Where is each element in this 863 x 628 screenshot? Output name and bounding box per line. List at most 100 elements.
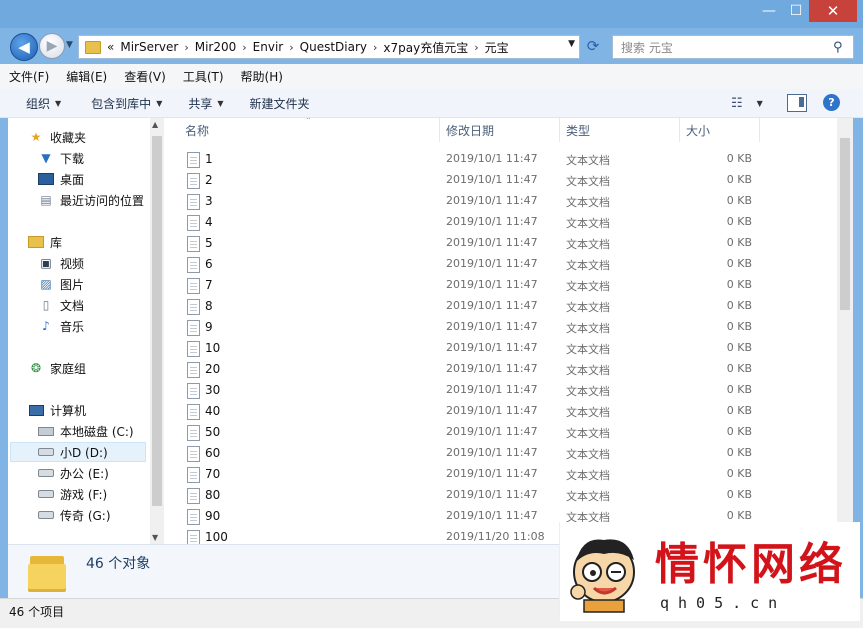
navigation-pane: ★ 收藏夹 ▼ 下载 桌面 ▤ 最近访问的位置 库 ▣ 视频 ▨ 图片 ▯ 文档… <box>8 118 150 544</box>
back-button[interactable]: ◀ <box>10 33 38 61</box>
navigation-scrollbar[interactable]: ▲ ▼ <box>150 118 164 544</box>
chevron-right-icon[interactable]: › <box>184 41 188 54</box>
sidebar-item-drive-f[interactable]: 游戏 (F:) <box>38 484 107 504</box>
help-icon[interactable]: ? <box>823 94 840 111</box>
text-file-icon <box>187 530 200 544</box>
table-row[interactable]: 4 2019/10/1 11:47 文本文档 0 KB <box>164 212 837 233</box>
table-row[interactable]: 80 2019/10/1 11:47 文本文档 0 KB <box>164 485 837 506</box>
sidebar-item-drive-e[interactable]: 办公 (E:) <box>38 463 109 483</box>
search-box[interactable]: 搜索 元宝 ⚲ <box>612 35 854 59</box>
drive-icon <box>38 445 54 459</box>
sidebar-item-computer[interactable]: 计算机 <box>28 400 86 420</box>
table-row[interactable]: 8 2019/10/1 11:47 文本文档 0 KB <box>164 296 837 317</box>
forward-button[interactable]: ▶ <box>39 33 65 59</box>
table-row[interactable]: 3 2019/10/1 11:47 文本文档 0 KB <box>164 191 837 212</box>
table-row[interactable]: 70 2019/10/1 11:47 文本文档 0 KB <box>164 464 837 485</box>
column-header-date[interactable]: 修改日期 <box>446 118 556 142</box>
item-count: 46 个对象 <box>86 556 151 572</box>
sidebar-item-label: 最近访问的位置 <box>60 193 145 208</box>
sidebar-item-label: 计算机 <box>50 403 87 418</box>
table-row[interactable]: 10 2019/10/1 11:47 文本文档 0 KB <box>164 338 837 359</box>
table-row[interactable]: 5 2019/10/1 11:47 文本文档 0 KB <box>164 233 837 254</box>
file-size: 0 KB <box>726 446 752 459</box>
search-input[interactable]: 搜索 元宝 <box>621 39 833 56</box>
sidebar-item-libraries[interactable]: 库 <box>28 232 62 252</box>
breadcrumb-envir[interactable]: Envir <box>253 40 284 54</box>
breadcrumb-mir200[interactable]: Mir200 <box>195 40 237 54</box>
include-library-button[interactable]: 包含到库中 ▼ <box>79 95 176 112</box>
text-file-icon <box>187 425 200 441</box>
sidebar-item-drive-g[interactable]: 传奇 (G:) <box>38 505 111 525</box>
sidebar-item-downloads[interactable]: ▼ 下载 <box>38 148 84 168</box>
address-bar[interactable]: « MirServer › Mir200 › Envir › QuestDiar… <box>78 35 580 59</box>
table-row[interactable]: 20 2019/10/1 11:47 文本文档 0 KB <box>164 359 837 380</box>
close-button[interactable]: ✕ <box>809 0 857 22</box>
sidebar-item-drive-d[interactable]: 小D (D:) <box>10 442 146 462</box>
menu-help[interactable]: 帮助(H) <box>232 68 291 85</box>
menu-tools[interactable]: 工具(T) <box>174 68 232 85</box>
file-size: 0 KB <box>726 362 752 375</box>
table-row[interactable]: 9 2019/10/1 11:47 文本文档 0 KB <box>164 317 837 338</box>
change-view-button[interactable]: ☷ ▼ <box>731 94 771 112</box>
refresh-icon[interactable]: ⟳ <box>583 37 603 57</box>
organize-button[interactable]: 组织 ▼ <box>14 95 75 112</box>
table-row[interactable]: 2 2019/10/1 11:47 文本文档 0 KB <box>164 170 837 191</box>
sidebar-item-videos[interactable]: ▣ 视频 <box>38 253 84 273</box>
table-row[interactable]: 50 2019/10/1 11:47 文本文档 0 KB <box>164 422 837 443</box>
scroll-up-icon[interactable]: ▲ <box>152 120 158 129</box>
minimize-button[interactable]: — <box>755 0 783 22</box>
column-header-type[interactable]: 类型 <box>566 118 676 142</box>
preview-pane-button[interactable] <box>787 94 807 112</box>
share-button[interactable]: 共享 ▼ <box>176 95 237 112</box>
sidebar-item-music[interactable]: ♪ 音乐 <box>38 316 84 336</box>
column-divider[interactable] <box>559 118 560 142</box>
scrollbar-thumb[interactable] <box>840 138 850 310</box>
sidebar-item-desktop[interactable]: 桌面 <box>38 169 84 189</box>
table-row[interactable]: 40 2019/10/1 11:47 文本文档 0 KB <box>164 401 837 422</box>
sidebar-item-label: 游戏 (F:) <box>60 487 108 502</box>
address-overflow[interactable]: « <box>107 40 114 54</box>
file-name: 60 <box>205 446 221 460</box>
chevron-down-icon: ▼ <box>55 98 62 108</box>
watermark-text: 情怀网络 <box>655 539 847 590</box>
table-row[interactable]: 6 2019/10/1 11:47 文本文档 0 KB <box>164 254 837 275</box>
scroll-down-icon[interactable]: ▼ <box>152 533 158 542</box>
chevron-right-icon[interactable]: › <box>373 41 377 54</box>
maximize-button[interactable]: ☐ <box>783 0 809 22</box>
chevron-right-icon[interactable]: › <box>242 41 246 54</box>
column-divider[interactable] <box>759 118 760 142</box>
sidebar-item-pictures[interactable]: ▨ 图片 <box>38 274 84 294</box>
table-row[interactable]: 60 2019/10/1 11:47 文本文档 0 KB <box>164 443 837 464</box>
sidebar-item-homegroup[interactable]: ❂ 家庭组 <box>28 358 86 378</box>
menu-file[interactable]: 文件(F) <box>0 68 57 85</box>
chevron-right-icon[interactable]: › <box>474 41 478 54</box>
file-date: 2019/10/1 11:47 <box>446 215 538 228</box>
new-folder-button[interactable]: 新建文件夹 <box>238 95 324 112</box>
table-row[interactable]: 1 2019/10/1 11:47 文本文档 0 KB <box>164 149 837 170</box>
file-name: 9 <box>205 320 213 334</box>
breadcrumb-questdiary[interactable]: QuestDiary <box>300 40 367 54</box>
file-type: 文本文档 <box>566 259 610 272</box>
sidebar-item-documents[interactable]: ▯ 文档 <box>38 295 84 315</box>
text-file-icon <box>187 404 200 420</box>
file-list-scrollbar[interactable] <box>837 118 853 544</box>
column-divider[interactable] <box>439 118 440 142</box>
sidebar-item-favorites[interactable]: ★ 收藏夹 <box>28 127 86 147</box>
menu-view[interactable]: 查看(V) <box>115 68 174 85</box>
breadcrumb-current[interactable]: 元宝 <box>485 39 509 56</box>
scrollbar-thumb[interactable] <box>152 136 162 506</box>
table-row[interactable]: 30 2019/10/1 11:47 文本文档 0 KB <box>164 380 837 401</box>
breadcrumb-mirserver[interactable]: MirServer <box>120 40 178 54</box>
sidebar-item-drive-c[interactable]: 本地磁盘 (C:) <box>38 421 134 441</box>
recent-locations-dropdown[interactable]: ▼ <box>66 40 73 50</box>
table-row[interactable]: 7 2019/10/1 11:47 文本文档 0 KB <box>164 275 837 296</box>
chevron-down-icon[interactable]: ▼ <box>568 39 575 49</box>
search-icon[interactable]: ⚲ <box>833 40 853 55</box>
column-header-name[interactable]: 名称 <box>185 118 435 142</box>
menu-edit[interactable]: 编辑(E) <box>57 68 115 85</box>
column-divider[interactable] <box>679 118 680 142</box>
breadcrumb-x7pay[interactable]: x7pay充值元宝 <box>383 39 468 56</box>
column-header-size[interactable]: 大小 <box>686 118 756 142</box>
chevron-right-icon[interactable]: › <box>289 41 293 54</box>
sidebar-item-recent[interactable]: ▤ 最近访问的位置 <box>38 190 144 210</box>
